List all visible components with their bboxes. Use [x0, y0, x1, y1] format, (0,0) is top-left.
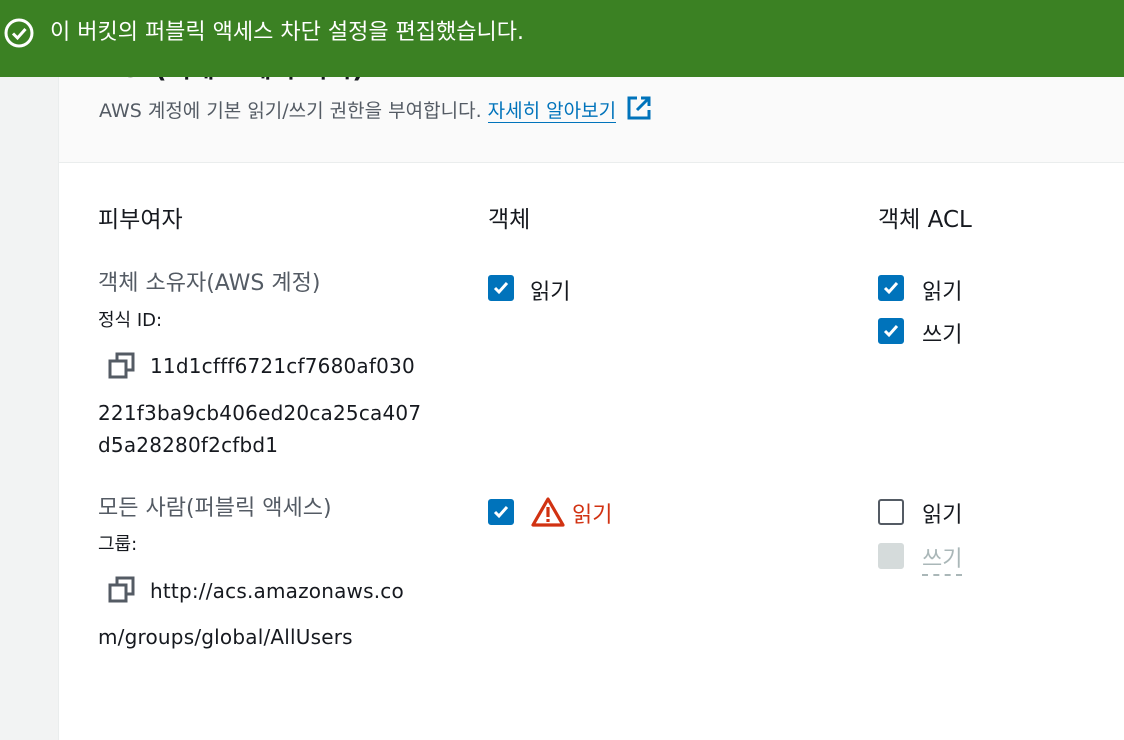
- section-description: AWS 계정에 기본 읽기/쓰기 권한을 부여합니다. 자세히 알아보기: [99, 95, 652, 126]
- canonical-id-label: 정식 ID:: [98, 310, 163, 331]
- warning-icon: [531, 496, 565, 532]
- learn-more-link[interactable]: 자세히 알아보기: [487, 100, 617, 123]
- group-label: 그룹:: [98, 534, 138, 555]
- external-link-icon[interactable]: [626, 95, 652, 126]
- learn-more-label: 자세히 알아보기: [487, 100, 617, 122]
- everyone-acl-read-checkbox[interactable]: [878, 499, 904, 525]
- group-uri-line: m/groups/global/AllUsers: [98, 625, 353, 649]
- column-header-object-acl: 객체 ACL: [878, 207, 972, 233]
- everyone-acl-read-label: 읽기: [922, 503, 963, 528]
- owner-acl-write-checkbox[interactable]: [878, 318, 904, 344]
- everyone-objects-read-checkbox[interactable]: [488, 499, 514, 525]
- everyone-acl-write-checkbox: [878, 543, 904, 569]
- flash-message: 이 버킷의 퍼블릭 액세스 차단 설정을 편집했습니다.: [50, 20, 524, 45]
- owner-acl-read-label: 읽기: [922, 280, 963, 305]
- description-text: AWS 계정에 기본 읽기/쓰기 권한을 부여합니다.: [99, 100, 482, 122]
- canonical-id-line: d5a28280f2cfbd1: [98, 433, 279, 457]
- column-header-objects: 객체: [488, 207, 531, 233]
- owner-objects-read-checkbox[interactable]: [488, 275, 514, 301]
- canonical-id-line: 221f3ba9cb406ed20ca25ca407: [98, 401, 422, 425]
- owner-acl-write-label: 쓰기: [922, 323, 963, 348]
- column-header-grantee: 피부여자: [98, 207, 183, 233]
- owner-objects-read-label: 읽기: [530, 280, 571, 305]
- grantee-owner: 객체 소유자(AWS 계정): [98, 271, 321, 296]
- copy-icon[interactable]: [108, 576, 136, 608]
- check-circle-icon: [3, 17, 35, 53]
- success-flashbar: 이 버킷의 퍼블릭 액세스 차단 설정을 편집했습니다.: [0, 0, 1124, 77]
- owner-acl-read-checkbox[interactable]: [878, 275, 904, 301]
- copy-icon[interactable]: [108, 352, 136, 384]
- group-uri-line: http://acs.amazonaws.co: [150, 579, 404, 603]
- grantee-everyone: 모든 사람(퍼블릭 액세스): [98, 496, 332, 521]
- everyone-acl-write-label: 쓰기: [922, 541, 963, 576]
- everyone-objects-read-label: 읽기: [572, 503, 613, 528]
- canonical-id-line: 11d1cfff6721cf7680af030: [150, 354, 415, 378]
